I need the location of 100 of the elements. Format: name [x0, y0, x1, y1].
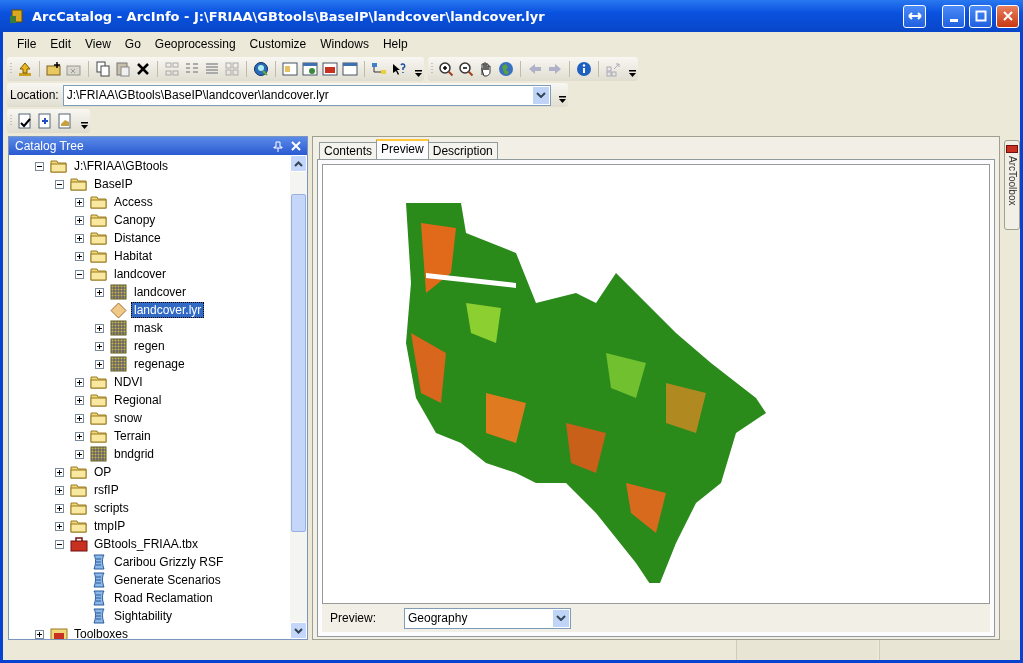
maximize-button[interactable]	[969, 4, 992, 28]
tree-item[interactable]: Road Reclamation	[111, 590, 216, 606]
expand-toggle[interactable]	[35, 629, 44, 639]
collapse-toggle[interactable]	[55, 179, 64, 189]
copy-icon[interactable]	[95, 61, 111, 77]
folder-icon	[70, 500, 88, 516]
edit-metadata-icon[interactable]	[17, 113, 33, 129]
menu-item[interactable]: Edit	[43, 35, 79, 53]
menu-item[interactable]: File	[10, 35, 44, 53]
expand-toggle[interactable]	[95, 287, 104, 297]
collapse-toggle[interactable]	[75, 269, 84, 279]
expand-toggle[interactable]	[75, 377, 84, 387]
menu-item[interactable]: View	[78, 35, 118, 53]
zoom-in-icon[interactable]	[438, 61, 454, 77]
help-pointer-icon[interactable]	[391, 61, 407, 77]
tree-item[interactable]: J:\FRIAA\GBtools	[71, 158, 172, 174]
tree-item[interactable]: landcover.lyr	[131, 302, 205, 318]
expand-toggle[interactable]	[95, 341, 104, 351]
tab[interactable]: Preview	[376, 139, 429, 159]
expand-toggle[interactable]	[95, 323, 104, 333]
up-arrow-icon[interactable]	[17, 61, 33, 77]
window-icon[interactable]	[282, 61, 298, 77]
folder-icon	[90, 230, 108, 246]
tree-item[interactable]: scripts	[91, 500, 132, 516]
expand-toggle[interactable]	[55, 485, 64, 495]
menu-item[interactable]: Windows	[313, 35, 376, 53]
model-icon[interactable]	[371, 61, 387, 77]
globe-icon[interactable]	[498, 61, 514, 77]
folder-add-icon[interactable]	[46, 61, 62, 77]
expand-toggle[interactable]	[95, 359, 104, 369]
tab[interactable]: Description	[427, 142, 498, 159]
close-button[interactable]	[996, 4, 1019, 28]
tree-item[interactable]: landcover	[131, 284, 190, 300]
expand-toggle[interactable]	[75, 197, 84, 207]
thumbnails-icon[interactable]	[224, 61, 240, 77]
scroll-down-icon[interactable]	[294, 627, 303, 634]
tree-item[interactable]: rsfIP	[91, 482, 122, 498]
import-metadata-icon[interactable]	[37, 113, 53, 129]
hand-icon[interactable]	[478, 61, 494, 77]
window-icon[interactable]	[342, 61, 358, 77]
expand-toggle[interactable]	[55, 503, 64, 513]
tree-item[interactable]: regen	[131, 338, 168, 354]
tree-item[interactable]: Generate Scenarios	[111, 572, 224, 588]
tree-item[interactable]: Sightability	[111, 608, 176, 624]
minimize-button[interactable]	[942, 4, 965, 28]
tree-item[interactable]: Habitat	[111, 248, 156, 264]
tree-item[interactable]: NDVI	[111, 374, 146, 390]
tree-item[interactable]: Regional	[111, 392, 165, 408]
toolbar-options-icon[interactable]	[629, 69, 636, 78]
folder-icon	[70, 464, 88, 480]
toolbox-icon[interactable]	[322, 61, 338, 77]
tree-item[interactable]: Caribou Grizzly RSF	[111, 554, 227, 570]
pin-icon[interactable]	[273, 140, 283, 152]
zoom-out-icon[interactable]	[458, 61, 474, 77]
delete-icon[interactable]	[135, 61, 151, 77]
tree-item[interactable]: tmpIP	[91, 518, 129, 534]
tree-item[interactable]: Access	[111, 194, 156, 210]
tree-item[interactable]: BaseIP	[91, 176, 136, 192]
expand-toggle[interactable]	[75, 395, 84, 405]
menu-item[interactable]: Customize	[242, 35, 314, 53]
expand-toggle[interactable]	[55, 467, 64, 477]
info-icon[interactable]	[576, 61, 592, 77]
tree-item[interactable]: landcover	[111, 266, 170, 282]
menu-item[interactable]: Geoprocessing	[147, 35, 243, 53]
toolbar-options-icon[interactable]	[81, 121, 88, 130]
tree-item[interactable]: Toolboxes	[71, 626, 132, 639]
toolbar-options-icon[interactable]	[415, 69, 422, 78]
restore-window-icon[interactable]	[903, 4, 926, 28]
tree-item[interactable]: Canopy	[111, 212, 159, 228]
expand-toggle[interactable]	[75, 431, 84, 441]
scrollbar[interactable]	[290, 155, 307, 639]
close-icon[interactable]	[291, 141, 301, 151]
scroll-up-icon[interactable]	[294, 160, 303, 167]
tree-item[interactable]: OP	[91, 464, 115, 480]
tree-item[interactable]: snow	[111, 410, 145, 426]
tree-item[interactable]: GBtools_FRIAA.tbx	[91, 536, 202, 552]
preview-dropdown[interactable]: Geography	[404, 607, 571, 629]
tree-item[interactable]: bndgrid	[111, 446, 158, 462]
search-icon[interactable]	[253, 61, 269, 77]
tree-item[interactable]: Terrain	[111, 428, 154, 444]
tree-item[interactable]: mask	[131, 320, 166, 336]
expand-toggle[interactable]	[75, 233, 84, 243]
raster-grid-icon	[110, 284, 128, 300]
tree-item[interactable]: regenage	[131, 356, 188, 372]
menu-item[interactable]: Go	[117, 35, 148, 53]
expand-toggle[interactable]	[75, 251, 84, 261]
close-icon	[1001, 10, 1014, 22]
toolbar-options-icon[interactable]	[559, 95, 566, 104]
tree-item[interactable]: Distance	[111, 230, 164, 246]
tab[interactable]: Contents	[319, 142, 378, 159]
expand-toggle[interactable]	[55, 521, 64, 531]
collapse-toggle[interactable]	[55, 539, 64, 549]
expand-toggle[interactable]	[75, 449, 84, 459]
expand-toggle[interactable]	[75, 215, 84, 225]
collapse-toggle[interactable]	[35, 161, 44, 171]
location-field[interactable]: J:\FRIAA\GBtools\BaseIP\landcover\landcover.lyr	[62, 84, 551, 106]
window-icon[interactable]	[302, 61, 318, 77]
side-tab[interactable]: ArcToolbox	[1004, 140, 1020, 230]
menu-item[interactable]: Help	[375, 35, 415, 53]
expand-toggle[interactable]	[75, 413, 84, 423]
